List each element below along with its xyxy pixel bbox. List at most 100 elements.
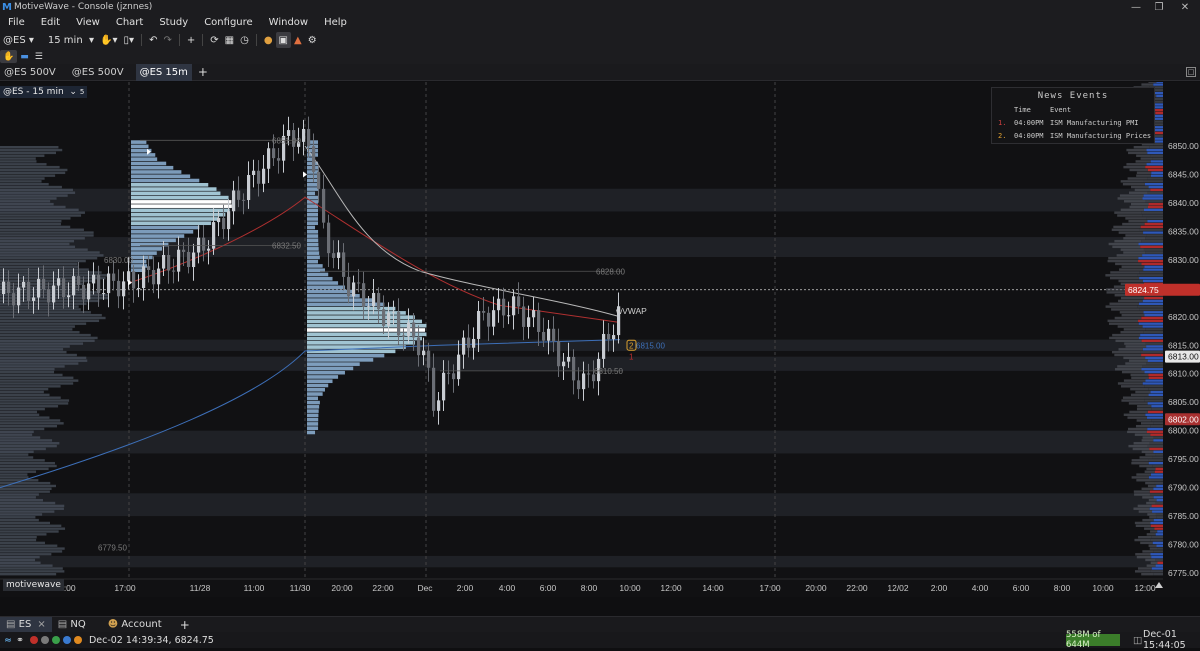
shapes-icon[interactable]: ▲ [291,32,305,48]
menu-chart[interactable]: Chart [108,17,151,28]
bottom-tab-es[interactable]: ▤ ES × [0,616,52,633]
tab-es-500v-2[interactable]: @ES 500V [68,64,128,81]
right-profile-bar [1151,419,1163,422]
right-profile-bar [1144,385,1163,388]
symbol-select[interactable]: @ES ▾ [0,32,37,48]
left-profile-bar [0,336,98,340]
chart-canvas[interactable]: 6851.00 6832.50 6828.00 6810.50 6779.50 6830.… [0,57,1200,597]
right-profile-bar [1138,510,1153,513]
memory-indicator[interactable]: 558M of 644M [1066,630,1120,650]
right-profile-bar [1153,496,1163,499]
right-profile-bar [1138,535,1152,539]
toolbar-divider [178,34,180,46]
bars-icon[interactable]: ☰ [32,49,46,65]
profile-bar [131,204,232,208]
menu-file[interactable]: File [0,17,33,28]
left-profile-bar [0,538,37,542]
left-profile-bar [0,237,85,240]
right-profile-bar [1138,259,1163,263]
right-profile-bar [1141,422,1154,425]
right-profile-bar [1134,521,1151,525]
profile-bar [307,255,320,260]
left-profile-bar [0,313,102,317]
price-tick-label: 6800.00 [1168,426,1199,436]
add-tab-icon[interactable]: + [174,617,196,633]
maximize-icon[interactable]: ❐ [1146,0,1172,14]
profile-bar [307,183,318,187]
value-area-band [0,356,1163,371]
candle-body [412,322,416,338]
menu-study[interactable]: Study [151,17,196,28]
toolbar-divider [255,34,257,46]
crosshair-icon[interactable]: + [184,32,198,48]
link-icon[interactable]: ● [261,32,276,48]
right-profile-bar [1146,430,1163,434]
profile-bar [131,174,191,179]
refresh-icon[interactable]: ⟳ [207,32,221,48]
right-profile-bar [1115,339,1142,342]
tab-es-500v-1[interactable]: @ES 500V [0,64,60,81]
news-events-panel[interactable]: News Events Time Event 1. 04:00PM ISM Ma… [991,87,1155,144]
interval-select[interactable]: 15 min ▾ [45,32,97,48]
profile-bar [307,178,318,183]
price-chart[interactable]: 6851.00 6832.50 6828.00 6810.50 6779.50 6830.… [0,57,1200,597]
right-profile-bar [1123,379,1146,382]
right-profile-bar [1142,518,1154,522]
candle-body [362,283,366,307]
layout-icon[interactable]: ▬ [17,49,32,65]
bottom-tab-nq[interactable]: ▤ NQ [52,617,92,633]
table-icon[interactable]: ▦ [222,32,237,48]
right-profile-bar [1145,328,1163,331]
right-profile-bar [1148,387,1163,391]
right-profile-bar [1150,561,1158,565]
level-label: 6779.50 [98,543,127,552]
profile-bar [131,259,147,264]
menu-window[interactable]: Window [261,17,316,28]
right-profile-bar [1143,180,1163,183]
right-profile-bar [1146,533,1156,536]
chart-header[interactable]: @ES - 15 min ⌄ 5 [0,86,88,98]
menu-edit[interactable]: Edit [33,17,68,28]
right-profile-bar [1117,382,1143,385]
right-profile-bar [1147,484,1157,488]
bottom-tab-account[interactable]: ☻ Account [102,617,168,633]
right-profile-bar [1117,365,1143,368]
gear-icon[interactable]: ⚙ [305,32,320,48]
profile-bar [307,272,329,277]
level-label: 6832.50 [272,242,301,251]
redo-icon[interactable]: ↷ [160,32,174,48]
menu-help[interactable]: Help [316,17,355,28]
add-tab-icon[interactable]: + [192,65,214,79]
left-profile-bar [0,348,64,351]
profile-bar [307,264,323,268]
right-profile-bar [1147,444,1163,448]
right-profile-bar [1150,390,1163,394]
close-icon[interactable]: × [37,619,45,630]
pointer-tool-icon[interactable]: ✋ [0,50,18,63]
right-profile-bar [1128,151,1148,155]
right-profile-bar [1138,257,1163,260]
right-profile-bar [1142,550,1154,553]
left-profile-bar [0,368,55,371]
left-profile-bar [0,339,95,342]
undo-icon[interactable]: ↶ [146,32,160,48]
tab-es-15m[interactable]: @ES 15m [135,63,192,81]
expand-icon[interactable]: □ [1186,67,1196,77]
menu-configure[interactable]: Configure [196,17,260,28]
hand-tool-icon[interactable]: ✋▾ [97,32,120,48]
trash-icon[interactable]: ◫ [1133,635,1142,646]
menu-view[interactable]: View [68,17,108,28]
bar-type-icon[interactable]: ▯▾ [121,32,138,48]
right-profile-bar [1114,239,1142,243]
clock-icon[interactable]: ◷ [237,32,252,48]
right-profile-bar [1148,80,1157,83]
toolbar-divider [141,34,143,46]
close-icon[interactable]: ✕ [1172,0,1198,14]
left-profile-bar [0,268,89,271]
profile-bar [131,255,153,260]
comment-icon[interactable]: ▣ [275,32,291,48]
chevron-down-icon: ⌄ [66,87,77,97]
bottom-tab-label: NQ [70,619,86,630]
right-profile-bar [1149,547,1158,550]
left-profile-bar [0,507,64,510]
